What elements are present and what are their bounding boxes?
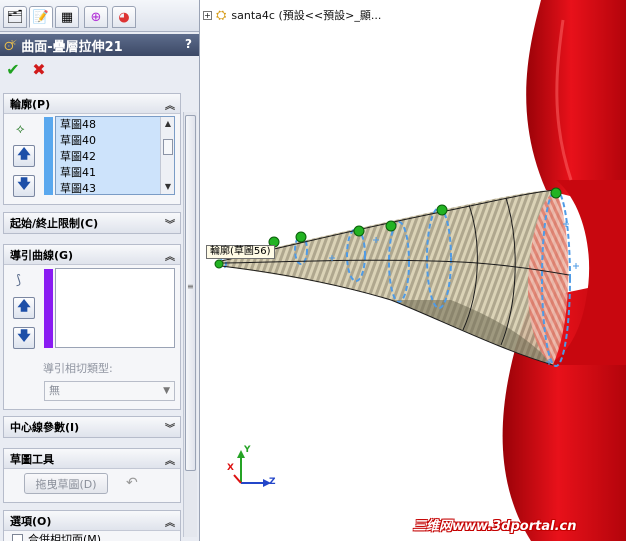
scroll-down-icon[interactable]: ▼	[161, 180, 174, 194]
centerline-parameters-group[interactable]: 中心線參數(I) ︾	[3, 416, 181, 438]
expand-plus-icon[interactable]: +	[203, 10, 212, 20]
crosshair-icon: ⊕	[90, 9, 102, 25]
guide-curves-group-header[interactable]: 導引曲線(G) ︽	[4, 245, 180, 265]
profile-color-bar	[44, 117, 53, 195]
loft-feature-icon: 🜚	[4, 39, 18, 54]
panel-scroll-thumb[interactable]	[185, 115, 196, 471]
options-group-label: 選項(O)	[10, 514, 52, 528]
axis-x-label: X	[227, 463, 234, 473]
chevron-down-icon: ▼	[163, 386, 170, 396]
profiles-list-scrollbar[interactable]: ▲ ▼	[160, 117, 174, 194]
options-group-header[interactable]: 選項(O) ︽	[4, 511, 180, 531]
tree-root-label: santa4c (預設<<預設>_顯...	[231, 9, 382, 22]
list-item[interactable]: 草圖48	[56, 117, 174, 133]
property-manager-panel: 🗂 📝 ▦ ⊕ ◕ 🜚 曲面-疊層拉伸21 ? ✔ ✖ 輪廓(P) ︽ ⟡ 🡅 …	[0, 0, 200, 541]
graphics-area[interactable]: + ⛭ santa4c (預設<<預設>_顯... 輪廓(草圖56) Y Z X…	[201, 0, 626, 541]
guide-move-down-button[interactable]: 🡇	[13, 327, 35, 349]
configuration-manager-tab[interactable]: ▦	[55, 6, 79, 28]
expand-down-icon[interactable]: ︾	[165, 420, 175, 435]
collapse-up-icon[interactable]: ︽	[165, 248, 175, 263]
start-end-group-label: 起始/終止限制(C)	[10, 217, 99, 230]
arrow-up-icon: 🡅	[17, 299, 31, 314]
merge-tangent-faces-checkbox[interactable]	[12, 534, 23, 541]
guide-curves-group-label: 導引曲線(G)	[10, 248, 74, 262]
centerline-group-label: 中心線參數(I)	[10, 421, 80, 434]
collapse-up-icon[interactable]: ︽	[165, 97, 175, 112]
list-item[interactable]: 草圖42	[56, 149, 174, 165]
profile-shape-icon: ⟡	[16, 122, 25, 137]
feature-tree-icon: 🗂	[6, 9, 24, 25]
cancel-button[interactable]: ✖	[30, 61, 48, 79]
drag-sketch-button[interactable]: 拖曳草圖(D)	[24, 473, 108, 494]
property-sheet-icon: 📝	[32, 9, 50, 25]
start-end-group-header[interactable]: 起始/終止限制(C) ︾	[4, 213, 180, 233]
start-end-constraints-group[interactable]: 起始/終止限制(C) ︾	[3, 212, 181, 234]
ok-button[interactable]: ✔	[4, 61, 22, 79]
undo-sketch-drag-icon[interactable]: ↶	[126, 475, 138, 491]
profiles-group-label: 輪廓(P)	[10, 97, 51, 111]
list-item[interactable]: 草圖43	[56, 181, 174, 194]
property-manager-tab[interactable]: 📝	[29, 6, 53, 28]
guide-curve-icon: ⟆	[16, 273, 22, 288]
manager-tab-strip: 🗂 📝 ▦ ⊕ ◕	[0, 0, 199, 32]
sketch-tools-group-label: 草圖工具	[10, 452, 54, 466]
guide-move-up-button[interactable]: 🡅	[13, 297, 35, 319]
sketch-tools-group-header[interactable]: 草圖工具 ︽	[4, 449, 180, 469]
propeller-blade-upper	[526, 0, 626, 210]
profiles-selection-box[interactable]: 草圖48 草圖40 草圖42 草圖41 草圖43 ▲ ▼	[55, 116, 175, 195]
model-canvas	[214, 0, 626, 541]
help-button[interactable]: ?	[185, 37, 192, 51]
feature-manager-tab[interactable]: 🗂	[3, 6, 27, 28]
move-up-button[interactable]: 🡅	[13, 145, 35, 167]
arrow-down-icon: 🡇	[17, 177, 31, 192]
feature-tree-root[interactable]: + ⛭ santa4c (預設<<預設>_顯...	[203, 7, 381, 23]
tangency-type-value: 無	[49, 384, 60, 397]
guide-curves-selection-box[interactable]	[55, 268, 175, 348]
grip-icon: ≡	[187, 282, 194, 291]
arrow-up-icon: 🡅	[17, 147, 31, 162]
tangency-type-dropdown[interactable]: 無 ▼	[44, 381, 175, 401]
list-item[interactable]: 草圖40	[56, 133, 174, 149]
profiles-group-header[interactable]: 輪廓(P) ︽	[4, 94, 180, 114]
collapse-up-icon[interactable]: ︽	[165, 514, 175, 529]
guide-color-bar	[44, 269, 53, 348]
feature-title-bar: 🜚 曲面-疊層拉伸21 ?	[0, 34, 199, 56]
scroll-thumb[interactable]	[163, 139, 173, 155]
arrow-down-icon: 🡇	[17, 329, 31, 344]
part-icon: ⛭	[216, 7, 227, 23]
collapse-up-icon[interactable]: ︽	[165, 452, 175, 467]
display-manager-tab[interactable]: ◕	[112, 6, 136, 28]
centerline-group-header[interactable]: 中心線參數(I) ︾	[4, 417, 180, 437]
expand-down-icon[interactable]: ︾	[165, 216, 175, 231]
move-down-button[interactable]: 🡇	[13, 175, 35, 197]
profiles-group: 輪廓(P) ︽ ⟡ 🡅 🡇 草圖48 草圖40 草圖42 草圖41 草圖43 ▲…	[3, 93, 181, 205]
feature-title: 曲面-疊層拉伸21	[21, 39, 123, 55]
axis-y-label: Y	[244, 445, 251, 455]
tangency-type-label: 導引相切類型:	[43, 362, 113, 375]
guide-curves-group: 導引曲線(G) ︽ ⟆ 🡅 🡇 導引相切類型: 無 ▼	[3, 244, 181, 410]
axis-z-label: Z	[269, 477, 276, 487]
configuration-icon: ▦	[60, 9, 74, 25]
dimxpert-manager-tab[interactable]: ⊕	[84, 6, 108, 28]
scroll-up-icon[interactable]: ▲	[161, 117, 174, 131]
panel-scrollbar[interactable]: ≡	[183, 112, 197, 537]
profile-callout[interactable]: 輪廓(草圖56)	[206, 245, 275, 259]
list-item[interactable]: 草圖41	[56, 165, 174, 181]
coordinate-triad	[233, 450, 271, 487]
site-watermark: 三维网www.3dportal.cn	[413, 519, 577, 534]
profiles-list: 草圖48 草圖40 草圖42 草圖41 草圖43	[56, 117, 174, 194]
merge-tangent-faces-label: 合併相切面(M)	[28, 533, 102, 541]
color-wheel-icon: ◕	[118, 9, 130, 25]
